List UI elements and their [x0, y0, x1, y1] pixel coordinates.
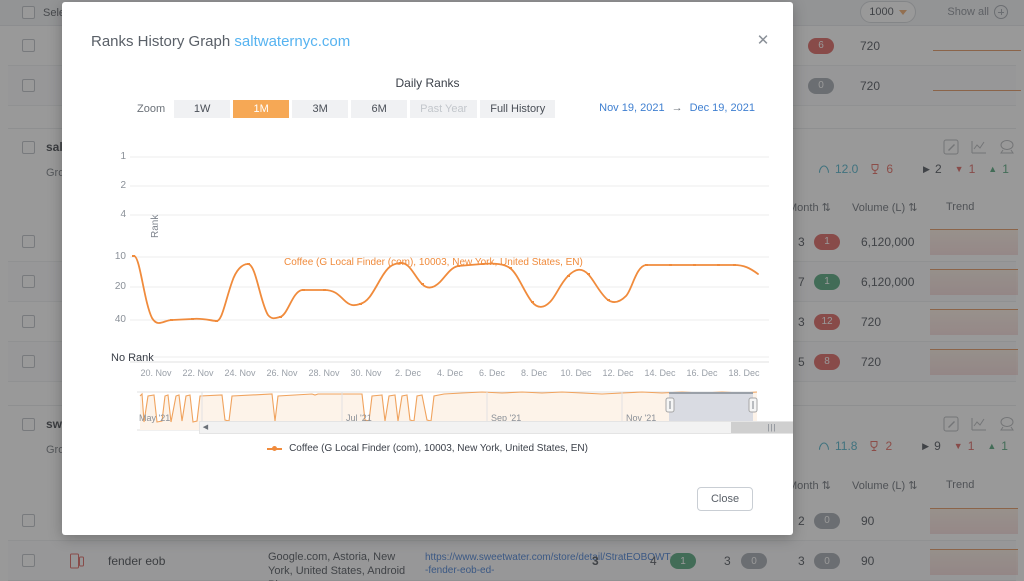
zoom-label: Zoom — [137, 103, 165, 115]
y-tick: 4 — [98, 209, 126, 220]
chart-title: Daily Ranks — [62, 76, 793, 90]
x-tick: 8. Dec — [521, 368, 547, 378]
zoom-range-selector: Zoom 1W 1M 3M 6M Past Year Full History — [137, 100, 558, 118]
x-tick: 16. Dec — [686, 368, 717, 378]
y-tick: 2 — [98, 180, 126, 191]
close-icon[interactable]: ✕ — [755, 33, 771, 49]
scroll-left-arrow[interactable]: ◀ — [200, 422, 211, 433]
x-tick: 4. Dec — [437, 368, 463, 378]
series-inline-label: Coffee (G Local Finder (com), 10003, New… — [284, 257, 583, 268]
range-button-3m[interactable]: 3M — [292, 100, 348, 118]
date-to[interactable]: Dec 19, 2021 — [690, 102, 755, 114]
navigator-label: May '21 — [139, 413, 170, 423]
modal-domain-link[interactable]: saltwaternyc.com — [234, 33, 350, 50]
x-tick: 22. Nov — [182, 368, 213, 378]
x-tick: 6. Dec — [479, 368, 505, 378]
close-button[interactable]: Close — [697, 487, 753, 511]
x-tick: 28. Nov — [308, 368, 339, 378]
x-tick: 2. Dec — [395, 368, 421, 378]
y-axis-label: Rank — [150, 215, 161, 238]
chart-legend[interactable]: Coffee (G Local Finder (com), 10003, New… — [62, 443, 793, 454]
x-tick: 20. Nov — [140, 368, 171, 378]
scrollbar-grip-icon: ||| — [767, 424, 776, 431]
no-rank-label: No Rank — [111, 352, 154, 364]
x-tick: 10. Dec — [560, 368, 591, 378]
x-tick: 26. Nov — [266, 368, 297, 378]
navigator-handle-right — [749, 398, 757, 412]
y-tick: 10 — [98, 251, 126, 262]
y-tick: 40 — [98, 314, 126, 325]
x-tick: 12. Dec — [602, 368, 633, 378]
scrollbar-thumb[interactable]: ||| — [731, 422, 793, 433]
range-button-1w[interactable]: 1W — [174, 100, 230, 118]
x-tick: 24. Nov — [224, 368, 255, 378]
navigator-scrollbar[interactable]: ◀ ||| ▶ — [199, 421, 793, 434]
y-tick: 20 — [98, 281, 126, 292]
date-from[interactable]: Nov 19, 2021 — [599, 102, 664, 114]
page-title: Ranks History Graph saltwaternyc.com — [91, 33, 350, 50]
legend-marker-icon — [267, 448, 282, 450]
date-range: Nov 19, 2021 → Dec 19, 2021 — [599, 102, 755, 114]
range-button-1m[interactable]: 1M — [233, 100, 289, 118]
navigator-handle-left — [666, 398, 674, 412]
ranks-history-modal: Ranks History Graph saltwaternyc.com ✕ D… — [62, 2, 793, 535]
range-button-past-year: Past Year — [410, 100, 477, 118]
screen: Select all 1000 Show all 5 6 720 1+ 0 72… — [0, 0, 1024, 581]
range-button-6m[interactable]: 6M — [351, 100, 407, 118]
legend-item-label: Coffee (G Local Finder (com), 10003, New… — [289, 443, 588, 454]
x-tick: 18. Dec — [728, 368, 759, 378]
y-tick: 1 — [98, 151, 126, 162]
range-button-full-history[interactable]: Full History — [480, 100, 555, 118]
x-tick: 14. Dec — [644, 368, 675, 378]
x-tick: 30. Nov — [350, 368, 381, 378]
modal-title-text: Ranks History Graph — [91, 33, 230, 50]
arrow-right-icon: → — [672, 102, 683, 114]
